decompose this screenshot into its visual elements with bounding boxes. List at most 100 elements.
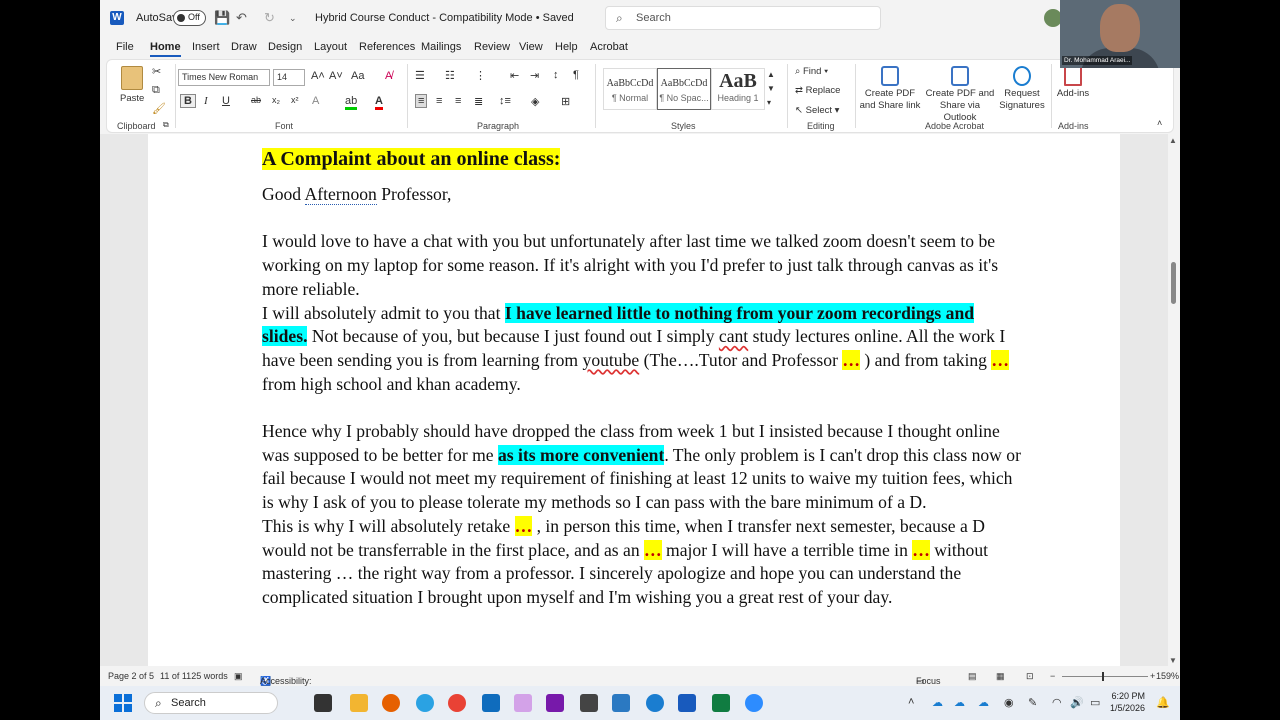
tab-help[interactable]: Help: [555, 41, 578, 53]
copy-icon[interactable]: ⧉: [152, 84, 160, 97]
clear-formatting-icon[interactable]: A̸: [385, 70, 392, 82]
document-body[interactable]: A Complaint about an online class: Good …: [262, 146, 1022, 610]
scroll-down-icon[interactable]: ▼: [1169, 656, 1177, 665]
taskbar-search[interactable]: ⌕ Search: [144, 692, 278, 714]
redo-icon[interactable]: ↻: [264, 10, 275, 26]
styles-scroll-up-icon[interactable]: ▲: [767, 70, 775, 79]
styles-more-icon[interactable]: ▾: [767, 98, 771, 107]
show-formatting-icon[interactable]: ¶: [573, 69, 579, 81]
outlook-icon[interactable]: [482, 694, 500, 712]
style-no-spacing[interactable]: AaBbCcDd ¶ No Spac...: [657, 68, 711, 110]
justify-icon[interactable]: ≣: [474, 95, 483, 108]
replace-button[interactable]: ⇄ Replace: [795, 85, 840, 96]
line-spacing-icon[interactable]: ↕≡: [499, 95, 511, 107]
onedrive-icon[interactable]: ☁: [954, 696, 965, 709]
zoom-out-icon[interactable]: −: [1050, 671, 1055, 681]
font-size-select[interactable]: 14: [273, 69, 305, 86]
tab-view[interactable]: View: [519, 41, 543, 53]
scroll-up-icon[interactable]: ▲: [1169, 136, 1177, 145]
proofing-icon[interactable]: ▣: [234, 671, 243, 682]
teamviewer-icon[interactable]: [646, 694, 664, 712]
document-title[interactable]: Hybrid Course Conduct - Compatibility Mo…: [315, 12, 574, 24]
chrome-icon[interactable]: [448, 694, 466, 712]
subscript-button[interactable]: x₂: [272, 95, 280, 105]
calculator-icon[interactable]: [580, 694, 598, 712]
mail-icon[interactable]: [612, 694, 630, 712]
battery-icon[interactable]: ▭: [1090, 696, 1100, 709]
multilevel-list-icon[interactable]: ⋮: [475, 69, 486, 82]
grow-font-icon[interactable]: A˄: [311, 70, 325, 82]
tab-design[interactable]: Design: [268, 41, 302, 53]
borders-icon[interactable]: ⊞: [561, 95, 570, 108]
strikethrough-button[interactable]: ab: [251, 95, 261, 105]
tray-overflow-icon[interactable]: ˄: [908, 696, 914, 708]
style-normal[interactable]: AaBbCcDd ¶ Normal: [603, 68, 657, 110]
word-taskbar-icon[interactable]: [678, 694, 696, 712]
tab-references[interactable]: References: [359, 41, 415, 53]
tab-layout[interactable]: Layout: [314, 41, 347, 53]
firefox-icon[interactable]: [382, 694, 400, 712]
format-painter-icon[interactable]: 🖌: [152, 102, 166, 115]
file-explorer-icon[interactable]: [350, 694, 368, 712]
print-layout-icon[interactable]: ▦: [996, 671, 1005, 682]
page-count[interactable]: Page 2 of 5: [108, 671, 154, 681]
edge-icon[interactable]: [416, 694, 434, 712]
zoom-tray-icon[interactable]: ◉: [1004, 696, 1014, 709]
quick-access-chevron-icon[interactable]: ⌄: [289, 13, 297, 24]
style-heading-1[interactable]: AaB Heading 1: [711, 68, 765, 110]
align-center-icon[interactable]: ≡: [436, 95, 442, 107]
sort-icon[interactable]: ↕: [553, 69, 559, 81]
decrease-indent-icon[interactable]: ⇤: [510, 69, 519, 82]
shrink-font-icon[interactable]: A˅: [329, 70, 343, 82]
save-icon[interactable]: 💾: [214, 10, 230, 26]
tab-home[interactable]: Home: [150, 41, 181, 57]
start-icon[interactable]: [114, 694, 132, 712]
tab-mailings[interactable]: Mailings: [421, 41, 461, 53]
tab-insert[interactable]: Insert: [192, 41, 220, 53]
word-count[interactable]: 11 of 1125 words: [160, 671, 228, 681]
clipboard-launcher-icon[interactable]: ⧉: [163, 120, 169, 130]
document-page[interactable]: A Complaint about an online class: Good …: [148, 134, 1120, 666]
styles-scroll-down-icon[interactable]: ▼: [767, 84, 775, 93]
shading-icon[interactable]: ◈: [531, 95, 539, 108]
zoom-level[interactable]: 159%: [1156, 671, 1179, 681]
underline-button[interactable]: U: [222, 95, 230, 107]
undo-icon[interactable]: ↶: [236, 10, 247, 26]
align-left-icon[interactable]: ≡: [415, 94, 428, 108]
align-right-icon[interactable]: ≡: [455, 95, 461, 107]
font-name-select[interactable]: Times New Roman: [178, 69, 270, 86]
onedrive-icon[interactable]: ☁: [978, 696, 989, 709]
increase-indent-icon[interactable]: ⇥: [530, 69, 539, 82]
find-button[interactable]: ⌕ Find ▾: [795, 66, 828, 77]
zoom-slider[interactable]: [1062, 672, 1148, 681]
wifi-icon[interactable]: ◠: [1052, 696, 1062, 709]
zoom-in-icon[interactable]: +: [1150, 671, 1155, 681]
zoom-app-icon[interactable]: [745, 694, 763, 712]
search-input[interactable]: ⌕ Search: [605, 6, 881, 30]
add-ins-button[interactable]: Add-ins: [1055, 66, 1091, 100]
cut-icon[interactable]: ✂: [152, 65, 161, 78]
font-color-icon[interactable]: A: [375, 95, 383, 110]
create-pdf-outlook-button[interactable]: Create PDF and Share via Outlook: [923, 66, 997, 124]
snipping-tool-icon[interactable]: [514, 694, 532, 712]
clock[interactable]: 6:20 PM 1/5/2026: [1110, 690, 1145, 714]
vertical-scrollbar[interactable]: ▲ ▼: [1168, 134, 1180, 666]
paste-icon[interactable]: [121, 66, 143, 90]
onenote-icon[interactable]: [546, 694, 564, 712]
notification-icon[interactable]: 🔔: [1156, 696, 1170, 709]
collapse-ribbon-icon[interactable]: ˄: [1157, 118, 1162, 128]
create-pdf-share-link-button[interactable]: Create PDF and Share link: [859, 66, 921, 112]
tab-review[interactable]: Review: [474, 41, 510, 53]
paste-button[interactable]: Paste: [120, 93, 144, 104]
italic-button[interactable]: I: [204, 95, 208, 107]
scrollbar-thumb[interactable]: [1171, 262, 1176, 304]
zoom-slider-thumb[interactable]: [1102, 672, 1104, 681]
request-signatures-button[interactable]: Request Signatures: [997, 66, 1047, 112]
volume-icon[interactable]: 🔊: [1070, 696, 1084, 709]
tab-draw[interactable]: Draw: [231, 41, 257, 53]
change-case-icon[interactable]: Aa: [351, 70, 364, 82]
onedrive-icon[interactable]: ☁: [932, 696, 943, 709]
superscript-button[interactable]: x²: [291, 95, 299, 105]
highlight-color-icon[interactable]: ab: [345, 95, 358, 110]
bold-button[interactable]: B: [180, 94, 196, 108]
